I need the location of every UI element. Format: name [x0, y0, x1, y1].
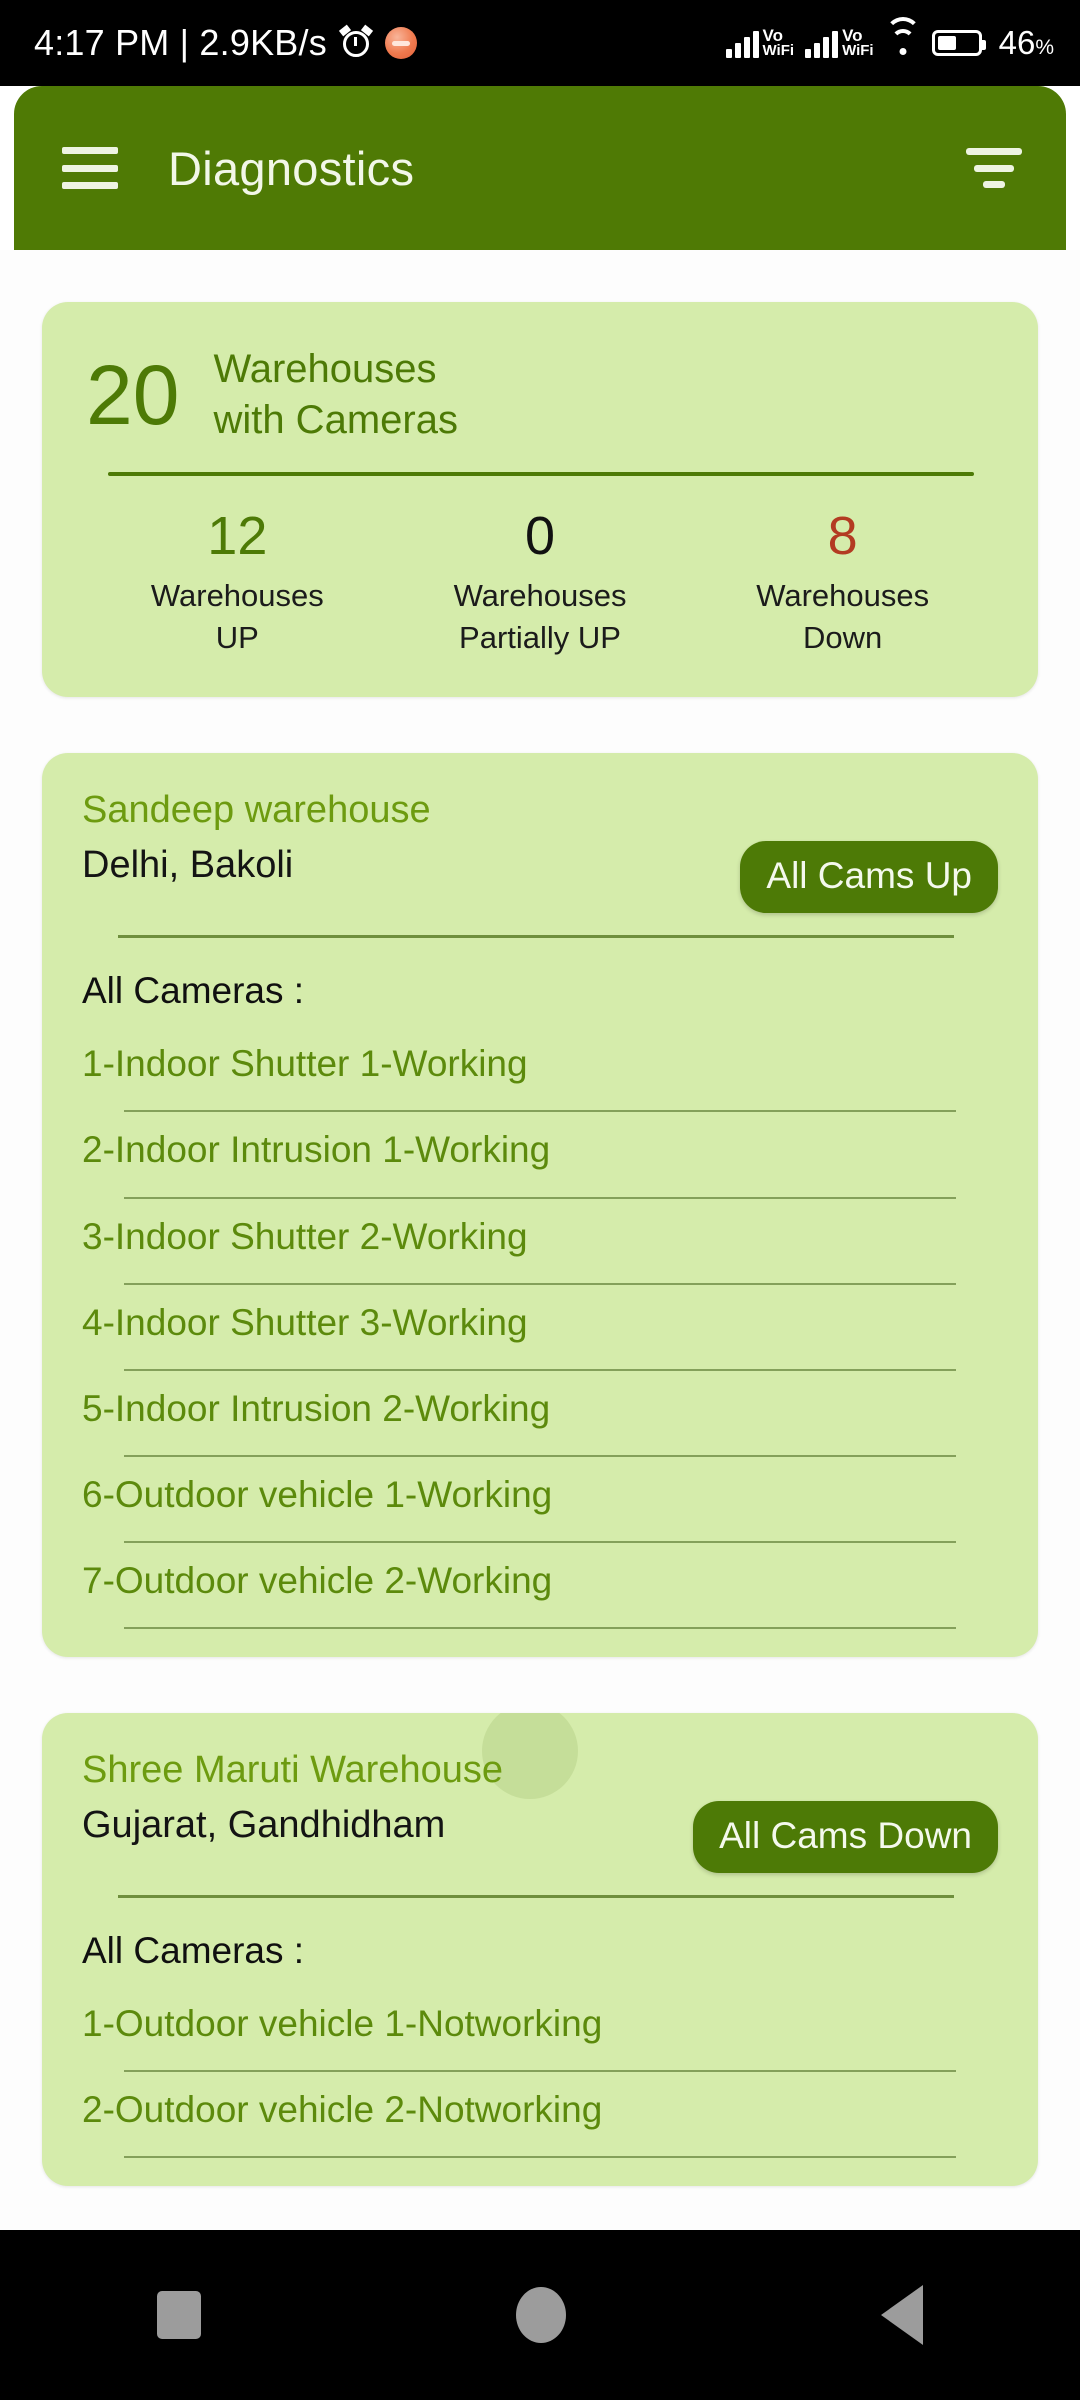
camera-label: 4-Indoor Shutter 3-Working: [82, 1301, 528, 1343]
status-badge[interactable]: All Cams Down: [693, 1801, 998, 1874]
stat-down-caption-line2: Down: [803, 620, 883, 656]
camera-list-item[interactable]: 7-Outdoor vehicle 2-Working: [82, 1543, 998, 1630]
wifi-icon: [884, 17, 921, 57]
volte-label-sim1: Vo WiFi: [762, 25, 795, 59]
page-title: Diagnostics: [168, 141, 415, 195]
camera-list-item[interactable]: 4-Indoor Shutter 3-Working: [82, 1285, 998, 1371]
status-time-and-network: 4:17 PM | 2.9KB/s: [34, 22, 327, 63]
camera-label: 2-Indoor Intrusion 1-Working: [82, 1129, 551, 1171]
app-bar: Diagnostics: [14, 86, 1066, 250]
camera-label: 5-Indoor Intrusion 2-Working: [82, 1387, 551, 1429]
warehouse-divider: [118, 935, 954, 939]
summary-divider: [108, 472, 974, 477]
camera-label: 1-Outdoor vehicle 1-Notworking: [82, 2003, 603, 2045]
camera-label: 7-Outdoor vehicle 2-Working: [82, 1559, 553, 1601]
stat-partial-number: 0: [524, 506, 556, 567]
stat-up-caption-line2: UP: [215, 620, 259, 656]
home-icon[interactable]: [515, 2287, 566, 2343]
status-bar: 4:17 PM | 2.9KB/s Vo WiFi Vo WiFi 46%: [0, 0, 1080, 86]
camera-separator: [124, 1627, 956, 1630]
content-scroll-area[interactable]: 20 Warehouses with Cameras 12 Warehouses…: [0, 250, 1080, 2230]
stat-up-number: 12: [207, 506, 268, 567]
stat-down-caption: Warehouses Down: [691, 575, 994, 659]
warehouse-card[interactable]: Shree Maruti Warehouse Gujarat, Gandhidh…: [42, 1713, 1038, 2187]
alarm-icon: [338, 24, 374, 60]
camera-list-item[interactable]: 1-Outdoor vehicle 1-Notworking: [82, 1986, 998, 2073]
stat-partial-caption: Warehouses Partially UP: [389, 575, 692, 659]
all-cameras-heading: All Cameras :: [82, 1930, 305, 1972]
summary-label-line2: with Cameras: [213, 398, 458, 443]
summary-stats-row: 12 Warehouses UP 0 Warehouses Partially …: [86, 508, 994, 659]
battery-icon: [931, 30, 986, 56]
status-bar-right: Vo WiFi Vo WiFi 46%: [725, 17, 1054, 62]
volte-label-sim2: Vo WiFi: [842, 25, 874, 59]
camera-label: 6-Outdoor vehicle 1-Working: [82, 1473, 553, 1515]
recent-apps-icon[interactable]: [157, 2291, 202, 2339]
warehouses-with-cameras-count: 20: [86, 348, 180, 443]
stat-up-caption-line1: Warehouses: [150, 578, 324, 614]
stat-warehouses-partially-up: 0 Warehouses Partially UP: [389, 508, 692, 659]
camera-list-item[interactable]: 2-Indoor Intrusion 1-Working: [82, 1112, 998, 1199]
stat-partial-caption-line2: Partially UP: [459, 620, 621, 656]
camera-label: 2-Outdoor vehicle 2-Notworking: [82, 2089, 603, 2131]
signal-bars-sim1: [725, 28, 759, 58]
phone-screen: 4:17 PM | 2.9KB/s Vo WiFi Vo WiFi 46% Di…: [0, 0, 1080, 2400]
stat-warehouses-up: 12 Warehouses UP: [86, 508, 389, 659]
camera-label: 3-Indoor Shutter 2-Working: [82, 1215, 528, 1257]
camera-label: 1-Indoor Shutter 1-Working: [82, 1043, 528, 1085]
warehouse-header: Shree Maruti Warehouse Gujarat, Gandhidh…: [82, 1747, 998, 1879]
sim1-signal-group: Vo WiFi: [725, 25, 795, 59]
warehouse-name: Shree Maruti Warehouse: [82, 1749, 504, 1792]
status-bar-left: 4:17 PM | 2.9KB/s: [34, 22, 417, 64]
stat-down-number: 8: [827, 506, 858, 567]
stat-warehouses-down: 8 Warehouses Down: [691, 508, 994, 659]
filter-icon[interactable]: [966, 148, 1022, 188]
status-badge[interactable]: All Cams Up: [740, 841, 998, 914]
all-cameras-heading: All Cameras :: [82, 970, 305, 1012]
back-icon[interactable]: [880, 2285, 923, 2345]
hamburger-menu-icon[interactable]: [62, 147, 118, 189]
camera-list-item[interactable]: 3-Indoor Shutter 2-Working: [82, 1199, 998, 1285]
warehouses-with-cameras-label: Warehouses with Cameras: [213, 344, 458, 446]
mute-notification-icon: [384, 27, 417, 59]
battery-percentage: 46%: [998, 24, 1054, 61]
camera-list-item[interactable]: 1-Indoor Shutter 1-Working: [82, 1026, 998, 1113]
signal-bars-sim2: [805, 28, 839, 58]
stat-up-caption: Warehouses UP: [86, 575, 389, 659]
warehouse-card[interactable]: Sandeep warehouse Delhi, Bakoli All Cams…: [42, 753, 1038, 1658]
summary-header: 20 Warehouses with Cameras: [86, 344, 994, 446]
camera-list-item[interactable]: 2-Outdoor vehicle 2-Notworking: [82, 2072, 998, 2159]
summary-card: 20 Warehouses with Cameras 12 Warehouses…: [42, 302, 1038, 698]
camera-list-item[interactable]: 6-Outdoor vehicle 1-Working: [82, 1457, 998, 1543]
stat-partial-caption-line1: Warehouses: [453, 578, 627, 614]
system-navigation-bar: [0, 2230, 1080, 2400]
camera-list-item[interactable]: 5-Indoor Intrusion 2-Working: [82, 1371, 998, 1457]
warehouse-divider: [118, 1895, 954, 1899]
camera-separator: [124, 2156, 956, 2159]
warehouse-name: Sandeep warehouse: [82, 789, 431, 832]
summary-label-line1: Warehouses: [213, 347, 437, 391]
stat-down-caption-line1: Warehouses: [756, 578, 930, 614]
sim2-signal-group: Vo WiFi: [805, 25, 874, 59]
warehouse-header: Sandeep warehouse Delhi, Bakoli All Cams…: [82, 787, 998, 919]
